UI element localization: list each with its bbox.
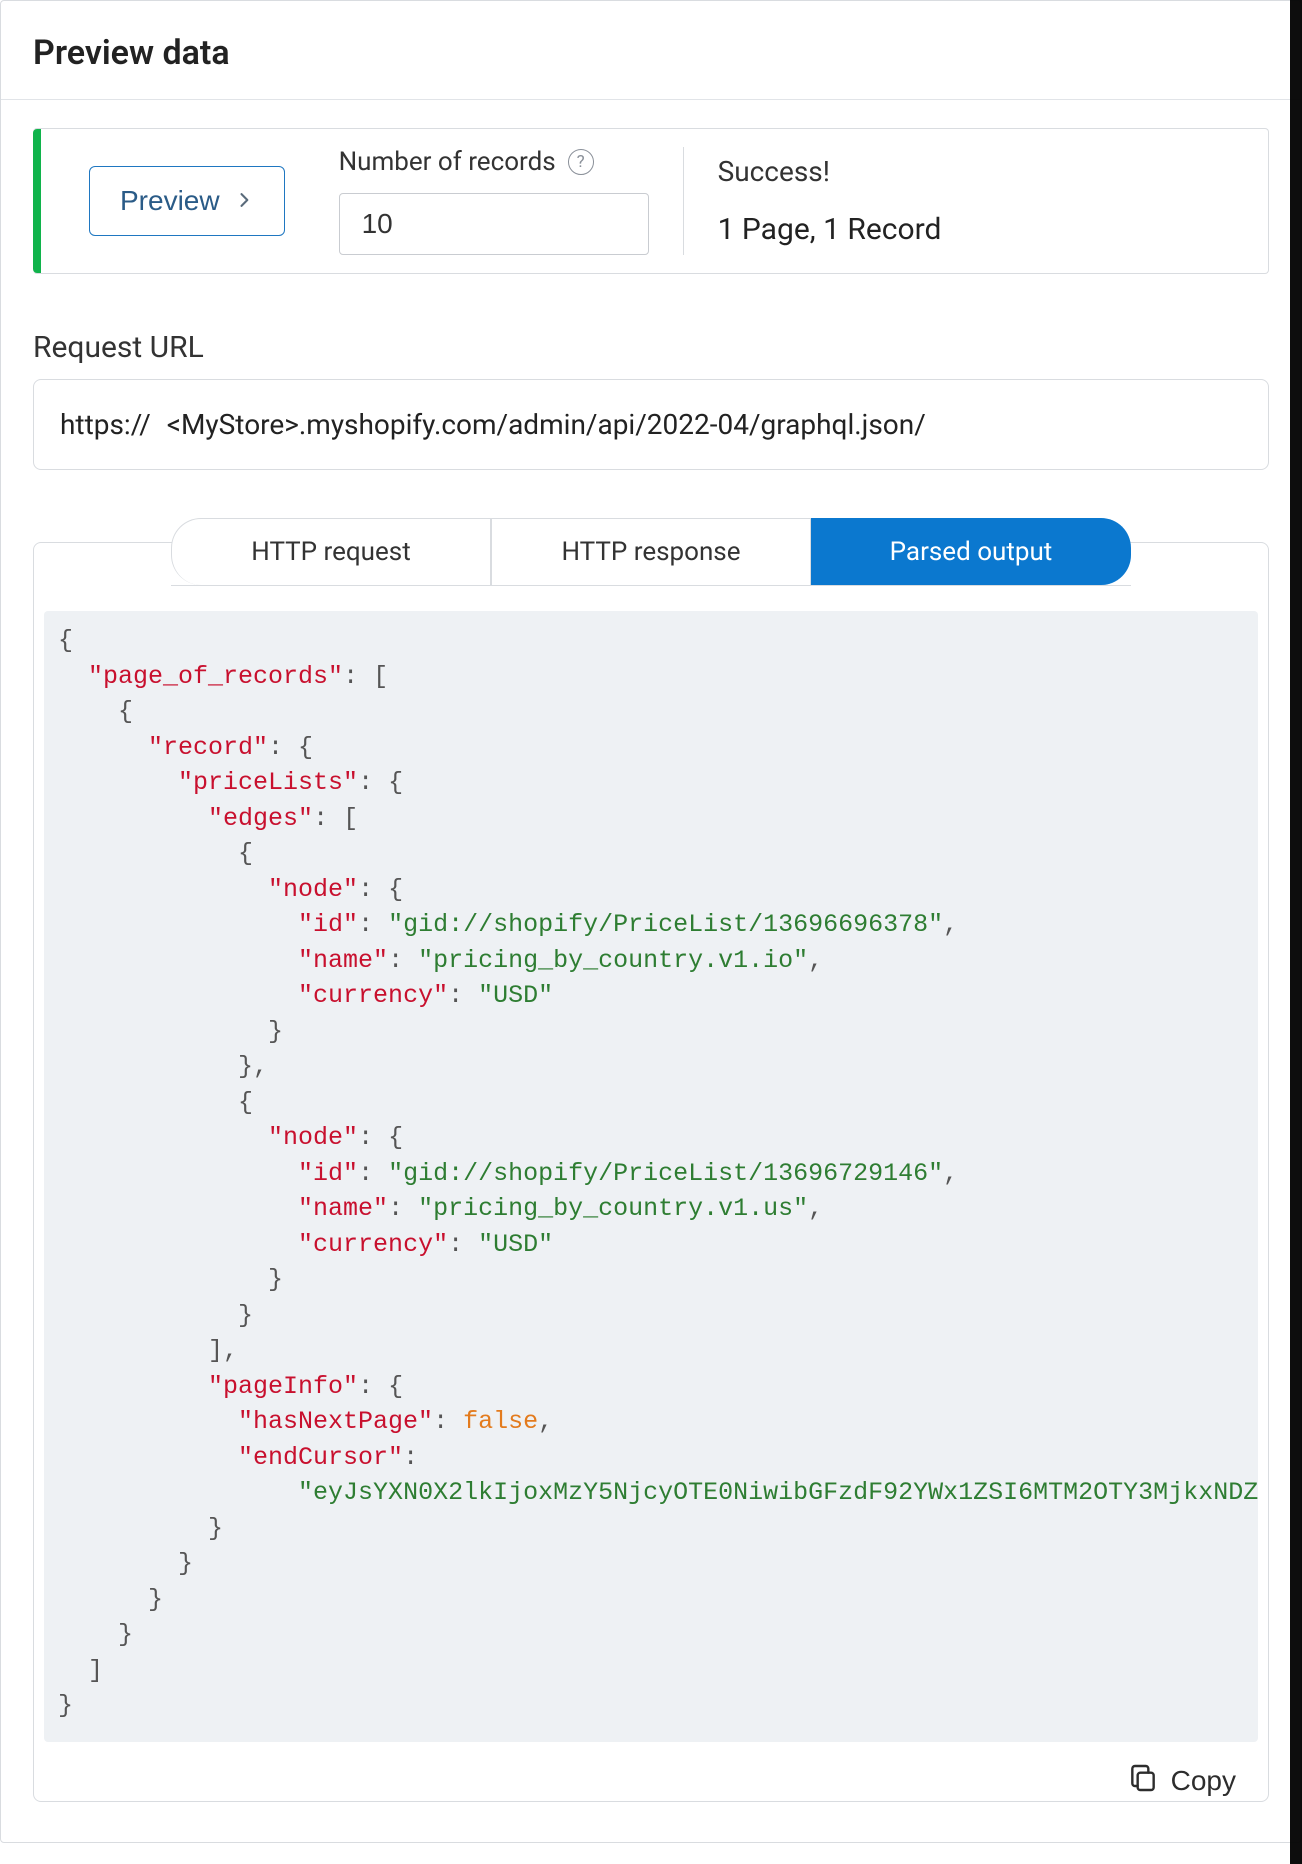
copy-icon [1127, 1762, 1159, 1801]
preview-button-label: Preview [120, 185, 220, 217]
status-block: Success! 1 Page, 1 Record [718, 155, 942, 247]
url-path: <MyStore>.myshopify.com/admin/api/2022-0… [167, 408, 926, 441]
request-url-box[interactable]: https:// <MyStore>.myshopify.com/admin/a… [33, 379, 1269, 470]
records-input[interactable] [339, 193, 649, 255]
help-icon[interactable]: ? [568, 149, 594, 175]
panel-heading: Preview data [1, 1, 1301, 100]
tabs: HTTP requestHTTP responseParsed output [171, 518, 1131, 586]
request-url-label: Request URL [1, 274, 1301, 379]
scrollbar-shadow [1290, 0, 1302, 1864]
records-group: Number of records ? [339, 147, 649, 255]
response-panel: HTTP requestHTTP responseParsed output {… [33, 542, 1269, 1802]
records-label: Number of records ? [339, 147, 649, 177]
url-scheme: https:// [60, 408, 151, 441]
status-subtitle: 1 Page, 1 Record [718, 212, 942, 247]
records-label-text: Number of records [339, 147, 556, 177]
url-variable: <MyStore> [167, 408, 299, 441]
preview-data-panel: Preview data Preview Number of records ?… [0, 0, 1302, 1843]
preview-bar: Preview Number of records ? Success! 1 P… [33, 128, 1269, 274]
tab-http-response[interactable]: HTTP response [491, 518, 811, 585]
copy-label: Copy [1171, 1765, 1236, 1797]
status-title: Success! [718, 155, 942, 188]
tab-parsed-output[interactable]: Parsed output [811, 518, 1131, 585]
preview-button[interactable]: Preview [89, 166, 285, 236]
copy-button[interactable]: Copy [1127, 1762, 1236, 1801]
divider [683, 147, 684, 255]
tab-http-request[interactable]: HTTP request [171, 518, 491, 585]
parsed-output-code[interactable]: { "page_of_records": [ { "record": { "pr… [44, 611, 1258, 1742]
url-path-after: .myshopify.com/admin/api/2022-04/graphql… [299, 408, 926, 441]
chevron-right-icon [234, 185, 254, 217]
